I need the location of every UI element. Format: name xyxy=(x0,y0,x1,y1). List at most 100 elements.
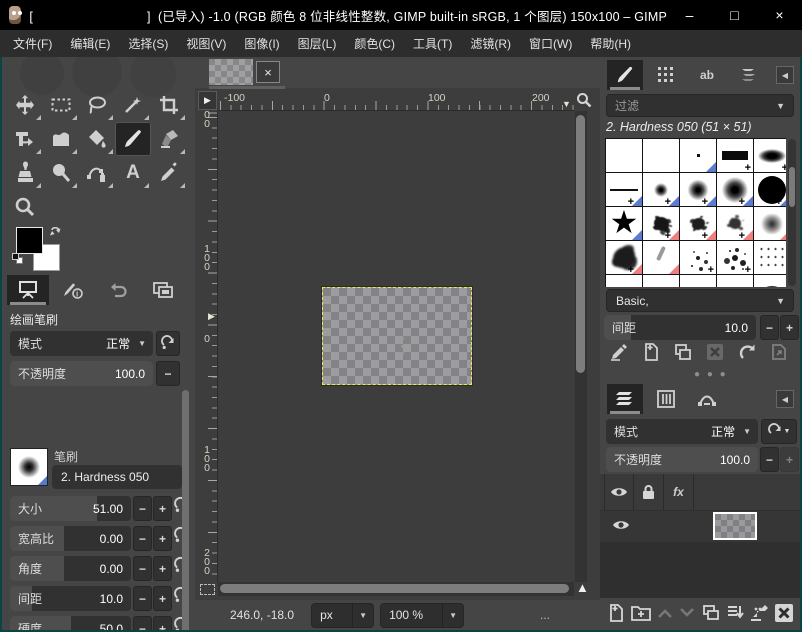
menu-item-1[interactable]: 编辑(E) xyxy=(61,31,119,56)
layer-opacity-decrease-button[interactable]: − xyxy=(760,447,779,472)
layer-mask-button[interactable] xyxy=(750,604,769,624)
image-tab-close-button[interactable]: × xyxy=(256,61,280,83)
navigation-preview-button[interactable]: ▲ xyxy=(576,580,589,595)
tool-smudge-button[interactable] xyxy=(43,156,79,190)
tool-rectangle-select-button[interactable] xyxy=(43,88,79,122)
minimize-button[interactable]: – xyxy=(667,0,712,30)
tool-eraser-button[interactable] xyxy=(151,122,187,156)
hardness-decrease-button[interactable]: − xyxy=(133,616,152,630)
brush-spacing-decrease-button[interactable]: − xyxy=(760,315,779,340)
tab-patterns[interactable] xyxy=(648,60,684,90)
brush-filter-input[interactable]: 过滤 ▼ xyxy=(606,94,794,117)
layer-opacity-increase-button[interactable]: + xyxy=(780,447,799,472)
opacity-decrease-button[interactable]: − xyxy=(156,361,180,386)
brush-item-23[interactable] xyxy=(717,275,753,287)
layer-visibility-eye-icon[interactable] xyxy=(612,519,630,534)
right-dock-resize-handle[interactable] xyxy=(401,337,405,355)
tool-color-picker-button[interactable] xyxy=(151,156,187,190)
brush-item-8[interactable]: + xyxy=(717,173,753,206)
aspect-decrease-button[interactable]: − xyxy=(133,526,152,551)
size-increase-button[interactable]: + xyxy=(153,496,172,521)
brush-item-7[interactable]: + xyxy=(680,173,716,206)
brush-preview-thumbnail[interactable] xyxy=(10,448,48,486)
tool-free-select-button[interactable] xyxy=(79,88,115,122)
tool-paintbrush-button[interactable] xyxy=(115,122,151,156)
lower-layer-button[interactable] xyxy=(679,607,695,621)
effects-column-fx-icon[interactable]: fx xyxy=(664,474,694,510)
layer-opacity-slider[interactable]: 不透明度 100.0 xyxy=(606,447,758,472)
tool-crop-button[interactable] xyxy=(151,88,187,122)
brush-item-16[interactable] xyxy=(643,241,679,274)
default-colors-icon[interactable] xyxy=(12,253,24,265)
tab-brushes[interactable] xyxy=(607,60,643,90)
maximize-button[interactable]: □ xyxy=(712,0,757,30)
tab-tool-presets[interactable]: i xyxy=(52,275,94,305)
brush-item-4[interactable]: + xyxy=(754,139,786,172)
size-slider[interactable]: 大小 51.00 xyxy=(10,496,131,521)
brush-item-15[interactable]: + xyxy=(606,241,642,274)
brush-item-5[interactable]: + xyxy=(606,173,642,206)
menu-item-7[interactable]: 工具(T) xyxy=(404,31,461,56)
image-canvas[interactable] xyxy=(322,287,472,385)
menu-item-5[interactable]: 图层(L) xyxy=(289,31,346,56)
horizontal-ruler[interactable]: -100 0 100 200 ▼ xyxy=(218,91,574,111)
mode-reset-button[interactable] xyxy=(156,331,180,356)
tool-move-button[interactable] xyxy=(7,88,43,122)
aspect-ratio-slider[interactable]: 宽高比 0.00 xyxy=(10,526,131,551)
refresh-brushes-button[interactable] xyxy=(738,343,756,364)
unit-dropdown[interactable]: px ▼ xyxy=(311,603,374,628)
tool-transform-button[interactable] xyxy=(7,122,43,156)
duplicate-brush-button[interactable] xyxy=(674,343,692,364)
menu-item-3[interactable]: 视图(V) xyxy=(177,31,235,56)
tool-bucket-fill-button[interactable] xyxy=(79,122,115,156)
brush-item-3[interactable]: + xyxy=(717,139,753,172)
brush-item-21[interactable] xyxy=(643,275,679,287)
new-brush-button[interactable] xyxy=(642,343,660,364)
brush-name-field[interactable]: 2. Hardness 050 xyxy=(52,465,182,489)
tab-images[interactable] xyxy=(142,275,184,305)
tool-text-button[interactable]: A xyxy=(115,156,151,190)
menu-item-9[interactable]: 窗口(W) xyxy=(520,31,581,56)
brush-spacing-slider[interactable]: 间距 10.0 xyxy=(604,315,756,340)
brush-item-10[interactable]: ★ xyxy=(606,207,642,240)
open-brush-location-button[interactable] xyxy=(770,343,788,364)
spacing-slider[interactable]: 间距 10.0 xyxy=(10,586,131,611)
tab-paths[interactable] xyxy=(689,384,725,414)
brush-grid-scrollbar[interactable] xyxy=(788,139,796,286)
brush-item-18[interactable]: + xyxy=(717,241,753,274)
tab-channels[interactable] xyxy=(648,384,684,414)
brush-item-6[interactable]: + xyxy=(643,173,679,206)
visibility-column-eye-icon[interactable] xyxy=(604,474,634,510)
brush-spacing-increase-button[interactable]: + xyxy=(780,315,799,340)
tool-fuzzy-select-button[interactable] xyxy=(115,88,151,122)
brush-item-12[interactable]: + xyxy=(680,207,716,240)
brush-item-20[interactable] xyxy=(606,275,642,287)
new-layer-button[interactable] xyxy=(607,604,625,625)
menu-item-4[interactable]: 图像(I) xyxy=(235,31,288,56)
brush-item-13[interactable]: + xyxy=(717,207,753,240)
brush-item-1[interactable] xyxy=(643,139,679,172)
zoom-level-dropdown[interactable]: 100 % ▼ xyxy=(380,603,464,628)
delete-brush-button[interactable] xyxy=(706,343,724,364)
brush-item-0[interactable] xyxy=(606,139,642,172)
layer-mode-switch-button[interactable]: ▼ xyxy=(761,419,797,444)
merge-down-button[interactable] xyxy=(726,604,744,624)
canvas-vertical-scrollbar[interactable] xyxy=(575,111,587,582)
layer-thumbnail[interactable] xyxy=(713,512,757,540)
canvas-viewport[interactable] xyxy=(218,111,574,582)
hardness-increase-button[interactable]: + xyxy=(153,616,172,630)
tool-options-vertical-scrollbar[interactable] xyxy=(182,390,189,630)
angle-decrease-button[interactable]: − xyxy=(133,556,152,581)
brush-item-14[interactable] xyxy=(754,207,786,240)
brush-item-9[interactable]: + xyxy=(754,173,786,206)
raise-layer-button[interactable] xyxy=(657,607,673,621)
brush-tag-dropdown[interactable]: Basic, ▼ xyxy=(606,289,794,312)
paint-mode-dropdown[interactable]: 模式 正常 ▼ xyxy=(10,331,153,356)
image-tab-thumbnail[interactable] xyxy=(209,59,253,85)
hardness-slider[interactable]: 硬度 50.0 xyxy=(10,616,131,630)
tab-undo-history[interactable] xyxy=(97,275,139,305)
brush-item-2[interactable] xyxy=(680,139,716,172)
menu-item-0[interactable]: 文件(F) xyxy=(4,31,61,56)
tab-fonts[interactable]: ab xyxy=(689,60,725,90)
tool-clone-button[interactable] xyxy=(7,156,43,190)
